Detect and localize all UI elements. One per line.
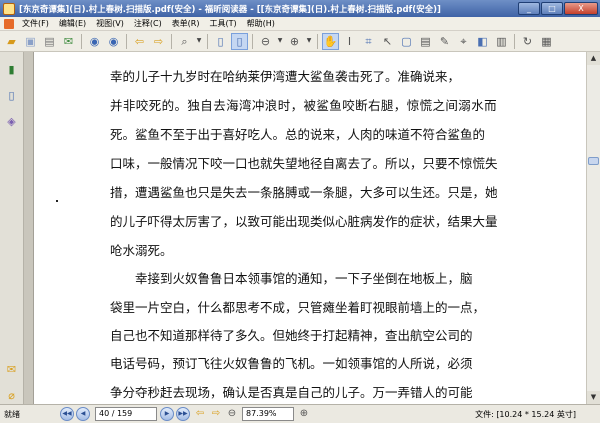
bookmarks-icon[interactable]: ▮ — [5, 62, 19, 78]
first-page-button[interactable]: ◀◀ — [60, 407, 74, 421]
text-line: 幸接到火奴鲁鲁日本领事馆的通知，一下子坐倒在地板上，脑 — [135, 271, 473, 286]
text-line: 的儿子吓得太厉害了，以致可能出现类似心脏病发作的症状，结果大量 — [110, 214, 498, 229]
previous-page-button[interactable]: ◀ — [76, 407, 90, 421]
forward-icon[interactable]: ⇨ — [150, 33, 167, 50]
email-icon[interactable]: ✉ — [60, 33, 77, 50]
go-forward-icon[interactable]: ⇨ — [209, 407, 223, 421]
scroll-down-icon[interactable]: ▼ — [587, 391, 600, 404]
menu-comment[interactable]: 注释(C) — [129, 18, 167, 29]
open-icon[interactable]: ▰ — [3, 33, 20, 50]
close-button[interactable]: X — [564, 2, 598, 15]
toolbar-separator — [171, 33, 172, 49]
title-bar: [东京奇谭集](日).村上春树.扫描版.pdf(安全) - 福昕阅读器 - [[… — [0, 0, 600, 17]
zoom-out-status-icon[interactable]: ⊖ — [225, 407, 239, 421]
scroll-thumb[interactable] — [588, 157, 599, 165]
pages-icon[interactable]: ▯ — [5, 88, 19, 104]
save-icon[interactable]: ▣ — [22, 33, 39, 50]
page-size-info: 文件: [10.24 * 15.24 英寸] — [475, 409, 576, 419]
text-line: 争分夺秒赶去现场，确认是否真是自己的儿子。万一弄错人的可能 — [110, 385, 473, 400]
menu-file[interactable]: 文件(F) — [17, 18, 54, 29]
document-icon — [4, 18, 14, 29]
menu-tools[interactable]: 工具(T) — [205, 18, 242, 29]
status-bar: 就绪 ◀◀ ◀ 40 / 159 ▶ ▶▶ ⇦ ⇨ ⊖ 87.39% ⊕ 文件:… — [0, 404, 600, 423]
toolbar-separator — [126, 33, 127, 49]
zoom-in-status-icon[interactable]: ⊕ — [297, 407, 311, 421]
text-select-icon[interactable]: Ⅰ — [341, 33, 358, 50]
text-line: 口味，一般情况下咬一口也就失望地径自离去了。所以，只要不惊慌失 — [110, 156, 498, 171]
back-icon[interactable]: ⇦ — [131, 33, 148, 50]
zoom-level-input[interactable]: 87.39% — [242, 407, 294, 421]
toolbar: ▰ ▣ ▤ ✉ ◉ ◉ ⇦ ⇨ ⌕ ▼ ▯ ▯ ⊖ ▼ ⊕ ▼ ✋ Ⅰ ⌗ ↖ … — [0, 31, 600, 52]
status-text: 就绪 — [4, 409, 20, 419]
text-line: 电话号码，预订飞往火奴鲁鲁的飞机。一如领事馆的人所说，必须 — [110, 356, 473, 371]
first-page-icon[interactable]: ◉ — [86, 33, 103, 50]
text-line: 自己也不知道那样待了多久。但她终于打起精神，查出航空公司的 — [110, 328, 473, 343]
menu-form[interactable]: 表单(R) — [167, 18, 205, 29]
typewriter-icon[interactable]: ↖ — [379, 33, 396, 50]
page-number-input[interactable]: 40 / 159 — [95, 407, 157, 421]
menu-view[interactable]: 视图(V) — [91, 18, 129, 29]
fit-width-icon[interactable]: ▯ — [231, 32, 248, 50]
zoom-in-icon[interactable]: ⊕ — [286, 33, 303, 50]
zoom-out-icon[interactable]: ⊖ — [257, 33, 274, 50]
print-icon[interactable]: ▤ — [41, 33, 58, 50]
highlight-icon[interactable]: ✎ — [436, 33, 453, 50]
attachments-panel-icon[interactable]: ⌀ — [5, 388, 19, 404]
text-line: 死。鲨鱼不至于出于喜好吃人。总的说来，人肉的味道不符合鲨鱼的 — [110, 127, 486, 142]
menu-bar: 文件(F) 编辑(E) 视图(V) 注释(C) 表单(R) 工具(T) 帮助(H… — [0, 17, 600, 31]
comment-icon[interactable]: ◧ — [474, 33, 491, 50]
document-page: 幸的儿子十九岁时在哈纳莱伊湾遭大鲨鱼袭击死了。准确说来， 并非咬死的。独自去海湾… — [34, 52, 586, 404]
vertical-ruler — [24, 52, 34, 404]
window-title: [东京奇谭集](日).村上春树.扫描版.pdf(安全) - 福昕阅读器 - [[… — [19, 4, 441, 15]
link-icon[interactable]: ▤ — [417, 33, 434, 50]
menu-help[interactable]: 帮助(H) — [242, 18, 280, 29]
layers-icon[interactable]: ◈ — [5, 114, 19, 130]
navigation-sidebar: ▮ ▯ ◈ ✉ ⌀ — [0, 52, 24, 404]
find-dropdown-icon[interactable]: ▼ — [195, 33, 203, 50]
toolbar-separator — [207, 33, 208, 49]
toolbar-separator — [81, 33, 82, 49]
zoom-out-dropdown-icon[interactable]: ▼ — [276, 33, 284, 50]
toolbar-separator — [514, 33, 515, 49]
note-icon[interactable]: ▢ — [398, 33, 415, 50]
hand-tool-icon[interactable]: ✋ — [322, 32, 339, 50]
text-line: 并非咬死的。独自去海湾冲浪时，被鲨鱼咬断右腿，惊慌之间溺水而 — [110, 98, 498, 113]
app-icon — [3, 2, 15, 15]
stamp-icon[interactable]: ⌖ — [455, 33, 472, 50]
attach-icon[interactable]: ▥ — [493, 33, 510, 50]
properties-icon[interactable]: ▦ — [538, 33, 555, 50]
rotate-icon[interactable]: ↻ — [519, 33, 536, 50]
fit-page-icon[interactable]: ▯ — [212, 33, 229, 50]
text-line: 幸的儿子十九岁时在哈纳莱伊湾遭大鲨鱼袭击死了。准确说来， — [110, 69, 461, 84]
text-line: 措，遭遇鲨鱼也只是失去一条胳膊或一条腿，大多可以生还。只是，她 — [110, 185, 498, 200]
prev-page-icon[interactable]: ◉ — [105, 33, 122, 50]
text-line: 呛水溺死。 — [110, 243, 173, 258]
snapshot-icon[interactable]: ⌗ — [360, 33, 377, 50]
find-icon[interactable]: ⌕ — [176, 33, 193, 50]
minimize-button[interactable]: _ — [518, 2, 540, 15]
scroll-up-icon[interactable]: ▲ — [587, 52, 600, 65]
toolbar-separator — [252, 33, 253, 49]
next-page-button[interactable]: ▶ — [160, 407, 174, 421]
menu-edit[interactable]: 编辑(E) — [54, 18, 91, 29]
text-line: 袋里一片空白，什么都思考不成，只管瘫坐着盯视眼前墙上的一点， — [110, 300, 486, 315]
maximize-button[interactable]: □ — [541, 2, 563, 15]
page-mark — [56, 200, 58, 202]
go-back-icon[interactable]: ⇦ — [193, 407, 207, 421]
toolbar-separator — [317, 33, 318, 49]
zoom-in-dropdown-icon[interactable]: ▼ — [305, 33, 313, 50]
comments-panel-icon[interactable]: ✉ — [5, 362, 19, 378]
last-page-button[interactable]: ▶▶ — [176, 407, 190, 421]
vertical-scrollbar[interactable]: ▲ ▼ — [586, 52, 600, 404]
